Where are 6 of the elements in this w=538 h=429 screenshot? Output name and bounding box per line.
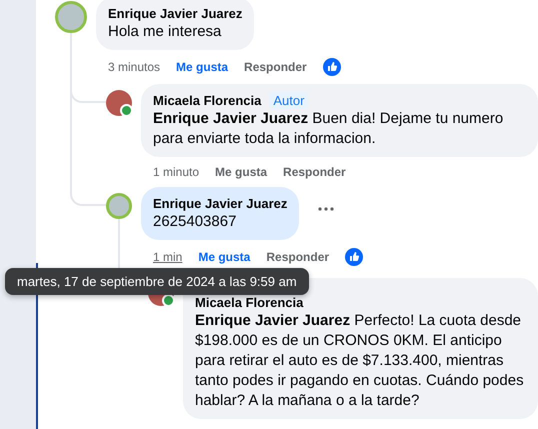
comment-text: 2625403867 [153, 212, 238, 232]
comment-text: Enrique Javier Juarez Buen dia! Dejame tu numero para enviarte toda la informacion. [153, 109, 504, 149]
date-tooltip: martes, 17 de septiembre de 2024 a las 9:59 am [5, 268, 309, 295]
comment-text: Enrique Javier Juarez Perfecto! La cuota desde $198.000 es de un CRONOS 0KM. El anticipo para retirar el auto es de $7.133.400, mientras tanto podes ir pagando en cuotas. Cuándo podes hablar? A la mañana o a la tarde? [195, 311, 525, 411]
comment-text: Hola me interesa [108, 22, 222, 42]
author-badge: Autor [269, 92, 308, 109]
